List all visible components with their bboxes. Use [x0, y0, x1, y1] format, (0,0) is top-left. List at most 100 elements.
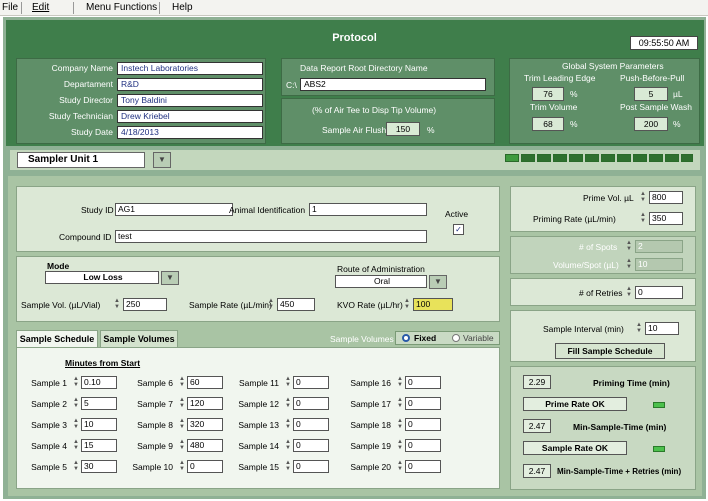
sample-time-field[interactable]: 320 — [187, 418, 223, 431]
spinner-icon[interactable]: ▲ ▼ — [72, 376, 80, 389]
sample-time-field[interactable]: 0 — [405, 418, 441, 431]
menu-functions[interactable]: Menu Functions — [86, 2, 157, 13]
post-sample-wash-value[interactable]: 200 — [634, 117, 668, 131]
spinner-icon[interactable]: ▲ ▼ — [284, 376, 292, 389]
chevron-down-icon[interactable]: ▼ — [161, 271, 179, 285]
sample-time-field[interactable]: 0.10 — [81, 376, 117, 389]
kvo-rate-field[interactable]: 100 — [413, 298, 453, 311]
sample-time-field[interactable]: 0 — [293, 460, 329, 473]
sample-label: Sample 14 — [238, 441, 279, 451]
sample-time-field[interactable]: 10 — [81, 418, 117, 431]
sample-time-field[interactable]: 15 — [81, 439, 117, 452]
mode-select[interactable]: Low Loss — [45, 271, 159, 284]
spinner-icon[interactable]: ▲ ▼ — [396, 397, 404, 410]
sample-time-field[interactable]: 0 — [293, 376, 329, 389]
tab-sample-volumes[interactable]: Sample Volumes — [100, 330, 178, 347]
spinner-icon[interactable]: ▲ ▼ — [639, 191, 647, 204]
report-dir-field[interactable]: ABS2 — [300, 78, 486, 91]
sample-time-field[interactable]: 0 — [187, 460, 223, 473]
fixed-radio[interactable] — [402, 334, 410, 342]
spinner-icon[interactable]: ▲ ▼ — [396, 376, 404, 389]
spinner-icon[interactable]: ▲ ▼ — [284, 439, 292, 452]
sample-time-field[interactable]: 0 — [293, 418, 329, 431]
spinner-icon[interactable]: ▲ ▼ — [396, 460, 404, 473]
study-date-field[interactable]: 4/18/2013 — [117, 126, 263, 139]
unit-led-icon — [617, 154, 631, 162]
study-id-field[interactable]: AG1 — [115, 203, 233, 216]
trim-volume-value[interactable]: 68 — [532, 117, 564, 131]
sample-time-field[interactable]: 0 — [405, 439, 441, 452]
department-field[interactable]: R&D — [117, 78, 263, 91]
sample-time-field[interactable]: 480 — [187, 439, 223, 452]
fill-schedule-button[interactable]: Fill Sample Schedule — [555, 343, 665, 359]
sample-interval-label: Sample Interval (min) — [543, 324, 624, 334]
spinner-icon[interactable]: ▲ ▼ — [267, 298, 275, 311]
spinner-icon[interactable]: ▲ ▼ — [113, 298, 121, 311]
menu-edit[interactable]: Edit — [32, 2, 49, 13]
compound-id-field[interactable]: test — [115, 230, 427, 243]
route-select[interactable]: Oral — [335, 275, 427, 288]
sample-label: Sample 5 — [31, 462, 67, 472]
study-date-label: Study Date — [70, 127, 113, 137]
sample-time-field[interactable]: 0 — [405, 397, 441, 410]
menu-help[interactable]: Help — [172, 2, 193, 13]
sample-rate-led-icon — [653, 446, 665, 452]
priming-rate-field[interactable]: 350 — [649, 212, 683, 225]
volumes-mode-label: Sample Volumes — [330, 334, 394, 344]
company-name-field[interactable]: Instech Laboratories — [117, 62, 263, 75]
sample-time-field[interactable]: 60 — [187, 376, 223, 389]
spinner-icon[interactable]: ▲ ▼ — [178, 376, 186, 389]
spinner-icon[interactable]: ▲ ▼ — [72, 418, 80, 431]
sample-time-field[interactable]: 0 — [293, 397, 329, 410]
schedule-panel: Minutes from Start Sample 1 ▲ ▼ 0.10 Sample … — [16, 347, 500, 489]
sampler-select[interactable]: Sampler Unit 1 — [17, 152, 145, 168]
chevron-down-icon[interactable]: ▼ — [153, 152, 171, 168]
active-checkbox[interactable]: ✓ — [453, 224, 464, 235]
spinner-icon[interactable]: ▲ ▼ — [178, 460, 186, 473]
spinner-icon[interactable]: ▲ ▼ — [284, 418, 292, 431]
sample-time-field[interactable]: 0 — [293, 439, 329, 452]
min-retries-label: Min-Sample-Time + Retries (min) — [557, 467, 682, 476]
spinner-icon[interactable]: ▲ ▼ — [178, 439, 186, 452]
spinner-icon[interactable]: ▲ ▼ — [178, 397, 186, 410]
chevron-down-icon[interactable]: ▼ — [429, 275, 447, 289]
prime-rate-ok: Prime Rate OK — [523, 397, 627, 411]
page-title: Protocol — [332, 32, 377, 44]
spinner-icon[interactable]: ▲ ▼ — [72, 439, 80, 452]
spinner-icon[interactable]: ▲ ▼ — [396, 418, 404, 431]
sample-rate-label: Sample Rate (µL/min) — [189, 300, 272, 310]
animal-id-field[interactable]: 1 — [309, 203, 427, 216]
spinner-icon[interactable]: ▲ ▼ — [403, 298, 411, 311]
study-director-field[interactable]: Tony Baldini — [117, 94, 263, 107]
sample-vol-field[interactable]: 250 — [123, 298, 167, 311]
prime-vol-field[interactable]: 800 — [649, 191, 683, 204]
push-before-pull-label: Push-Before-Pull — [620, 73, 685, 83]
tab-sample-schedule[interactable]: Sample Schedule — [16, 330, 98, 347]
spinner-icon[interactable]: ▲ ▼ — [284, 397, 292, 410]
spinner-icon[interactable]: ▲ ▼ — [625, 286, 633, 299]
sample-interval-field[interactable]: 10 — [645, 322, 679, 335]
sample-time-field[interactable]: 120 — [187, 397, 223, 410]
spinner-icon[interactable]: ▲ ▼ — [635, 322, 643, 335]
sample-rate-field[interactable]: 450 — [277, 298, 315, 311]
menu-separator — [73, 2, 74, 14]
spinner-icon[interactable]: ▲ ▼ — [284, 460, 292, 473]
sample-time-field[interactable]: 5 — [81, 397, 117, 410]
push-before-pull-value[interactable]: 5 — [634, 87, 668, 101]
spinner-icon[interactable]: ▲ ▼ — [72, 397, 80, 410]
retries-field[interactable]: 0 — [635, 286, 683, 299]
variable-radio[interactable] — [452, 334, 460, 342]
study-technician-field[interactable]: Drew Kriebel — [117, 110, 263, 123]
spinner-icon[interactable]: ▲ ▼ — [178, 418, 186, 431]
sample-time-field[interactable]: 30 — [81, 460, 117, 473]
sample-time-field[interactable]: 0 — [405, 376, 441, 389]
menu-file[interactable]: File — [2, 2, 18, 13]
spinner-icon[interactable]: ▲ ▼ — [396, 439, 404, 452]
sample-time-field[interactable]: 0 — [405, 460, 441, 473]
retries-label: # of Retries — [579, 288, 623, 298]
spinner-icon[interactable]: ▲ ▼ — [72, 460, 80, 473]
priming-rate-label: Priming Rate (µL/min) — [533, 214, 616, 224]
trim-leading-value[interactable]: 76 — [532, 87, 564, 101]
spinner-icon[interactable]: ▲ ▼ — [639, 212, 647, 225]
air-flush-value[interactable]: 150 — [386, 122, 420, 136]
